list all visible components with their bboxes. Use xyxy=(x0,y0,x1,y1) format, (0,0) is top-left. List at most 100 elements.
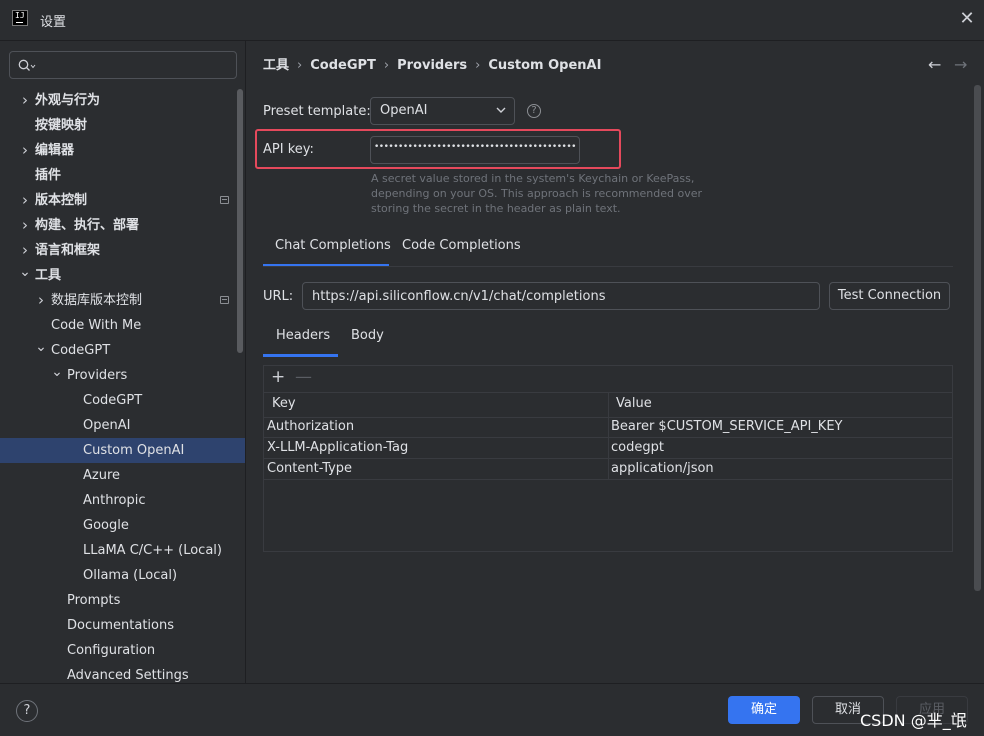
table-cell-key[interactable]: Authorization xyxy=(267,419,354,434)
breadcrumb-separator: › xyxy=(475,58,481,73)
sidebar-scrollbar[interactable] xyxy=(237,89,243,353)
chevron-right-icon[interactable]: › xyxy=(18,88,32,113)
tabs-divider xyxy=(263,266,953,267)
sidebar-item-label: Providers xyxy=(67,368,128,383)
sidebar-item[interactable]: Advanced Settings xyxy=(0,663,245,683)
sidebar-item[interactable]: Google xyxy=(0,513,245,538)
settings-search-input[interactable] xyxy=(9,51,237,79)
sidebar-item[interactable]: Azure xyxy=(0,463,245,488)
sidebar-item-label: Configuration xyxy=(67,643,156,658)
breadcrumb-separator: › xyxy=(297,58,303,73)
sidebar-item-label: Advanced Settings xyxy=(67,668,189,683)
tab-body[interactable]: Body xyxy=(351,328,384,343)
sidebar-item[interactable]: Documentations xyxy=(0,613,245,638)
remove-icon: — xyxy=(295,367,312,387)
ok-button[interactable]: 确定 xyxy=(728,696,800,724)
tab-code-completions[interactable]: Code Completions xyxy=(402,238,521,253)
sidebar-item-label: Documentations xyxy=(67,618,174,633)
help-icon[interactable]: ? xyxy=(527,104,541,118)
row-divider xyxy=(264,479,952,480)
sidebar-item[interactable]: LLaMA C/C++ (Local) xyxy=(0,538,245,563)
breadcrumb-item[interactable]: 工具 xyxy=(263,54,289,73)
chevron-right-icon[interactable]: › xyxy=(18,213,32,238)
sidebar-item-label: Ollama (Local) xyxy=(83,568,178,583)
settings-content: 工具 › CodeGPT › Providers › Custom OpenAI ← → P… xyxy=(246,41,984,683)
table-cell-key[interactable]: X-LLM-Application-Tag xyxy=(267,440,408,455)
chevron-down-icon xyxy=(496,107,506,113)
sidebar-item[interactable]: ⌄ Providers xyxy=(0,363,245,388)
help-button[interactable]: ? xyxy=(16,700,38,722)
tab-chat-completions[interactable]: Chat Completions xyxy=(275,238,391,253)
sidebar-item[interactable]: Code With Me xyxy=(0,313,245,338)
sidebar-item[interactable]: Custom OpenAI xyxy=(0,438,245,463)
sidebar-item[interactable]: Configuration xyxy=(0,638,245,663)
chevron-right-icon[interactable]: › xyxy=(34,288,48,313)
sidebar-item[interactable]: Anthropic xyxy=(0,488,245,513)
sidebar-item[interactable]: ⌄ 工具 xyxy=(0,263,245,288)
sidebar-item-label: OpenAI xyxy=(83,418,131,433)
sidebar-item[interactable]: › 数据库版本控制 xyxy=(0,288,245,313)
sidebar-item-label: Custom OpenAI xyxy=(83,443,185,458)
title-bar: IJ 设置 ✕ xyxy=(0,0,984,41)
sidebar-item-label: 数据库版本控制 xyxy=(51,293,143,308)
sidebar-item[interactable]: › 构建、执行、部署 xyxy=(0,213,245,238)
url-field[interactable] xyxy=(302,282,820,310)
table-cell-value[interactable]: application/json xyxy=(611,461,714,476)
sidebar-item[interactable]: Ollama (Local) xyxy=(0,563,245,588)
sidebar-item-label: 工具 xyxy=(35,268,62,283)
sidebar-item[interactable]: › 语言和框架 xyxy=(0,238,245,263)
table-cell-value[interactable]: codegpt xyxy=(611,440,664,455)
content-scrollbar[interactable] xyxy=(974,85,981,591)
sidebar-item[interactable]: › 外观与行为 xyxy=(0,88,245,113)
api-key-label: API key: xyxy=(263,142,314,157)
sidebar-item-label: 语言和框架 xyxy=(35,243,101,258)
table-cell-key[interactable]: Content-Type xyxy=(267,461,352,476)
row-divider xyxy=(264,437,952,438)
project-scope-icon xyxy=(220,196,229,204)
sidebar-item-label: Code With Me xyxy=(51,318,142,333)
sidebar-item[interactable]: OpenAI xyxy=(0,413,245,438)
sidebar-item-label: Anthropic xyxy=(83,493,146,508)
chevron-down-icon[interactable]: ⌄ xyxy=(50,363,64,388)
preset-template-select[interactable]: OpenAI xyxy=(370,97,515,125)
sidebar-item[interactable]: 插件 xyxy=(0,163,245,188)
test-connection-button[interactable]: Test Connection xyxy=(829,282,950,310)
headers-table: + — Key Value Authorization Bearer $CUST… xyxy=(263,365,953,552)
forward-arrow-icon: → xyxy=(954,55,968,74)
chevron-down-icon[interactable]: ⌄ xyxy=(34,338,48,363)
dialog-footer: ? 确定 取消 应用 CSDN @芈_氓 xyxy=(0,683,984,736)
sidebar-item-label: 按键映射 xyxy=(35,118,88,133)
breadcrumb-item[interactable]: CodeGPT xyxy=(310,58,376,73)
sidebar-item[interactable]: Prompts xyxy=(0,588,245,613)
column-separator xyxy=(608,392,609,480)
preset-template-value: OpenAI xyxy=(380,103,428,118)
add-icon[interactable]: + xyxy=(271,367,285,387)
chevron-right-icon[interactable]: › xyxy=(18,238,32,263)
row-divider xyxy=(264,458,952,459)
api-key-hint: A secret value stored in the system's Ke… xyxy=(371,172,703,215)
table-cell-value[interactable]: Bearer $CUSTOM_SERVICE_API_KEY xyxy=(611,419,842,434)
sidebar-item[interactable]: › 版本控制 xyxy=(0,188,245,213)
sidebar-item[interactable]: ⌄ CodeGPT xyxy=(0,338,245,363)
sidebar-item-label: CodeGPT xyxy=(83,393,143,408)
sidebar-item-label: Azure xyxy=(83,468,121,483)
window-title: 设置 xyxy=(40,15,67,30)
url-input[interactable] xyxy=(303,283,819,309)
chevron-down-icon[interactable]: ⌄ xyxy=(18,263,32,288)
sidebar-item[interactable]: › 编辑器 xyxy=(0,138,245,163)
sidebar-item[interactable]: CodeGPT xyxy=(0,388,245,413)
tab-headers[interactable]: Headers xyxy=(276,328,330,343)
column-header-key[interactable]: Key xyxy=(272,396,296,411)
chevron-right-icon[interactable]: › xyxy=(18,188,32,213)
api-key-field[interactable]: ••••••••••••••••••••••••••••••••••••••••… xyxy=(370,136,580,164)
api-key-masked-value: ••••••••••••••••••••••••••••••••••••••••… xyxy=(374,142,576,152)
sidebar-item-label: Google xyxy=(83,518,129,533)
column-header-value[interactable]: Value xyxy=(616,396,652,411)
settings-sidebar: › 外观与行为 按键映射 › 编辑器 插件 › 版本控制 › 构建、执行、部署 › 语言和框架 ⌄ 工具 ›… xyxy=(0,41,245,683)
sidebar-item[interactable]: 按键映射 xyxy=(0,113,245,138)
back-arrow-icon[interactable]: ← xyxy=(928,55,941,74)
breadcrumb-item[interactable]: Providers xyxy=(397,58,467,73)
close-icon[interactable]: ✕ xyxy=(958,8,976,30)
preset-template-label: Preset template: xyxy=(263,104,371,119)
chevron-right-icon[interactable]: › xyxy=(18,138,32,163)
